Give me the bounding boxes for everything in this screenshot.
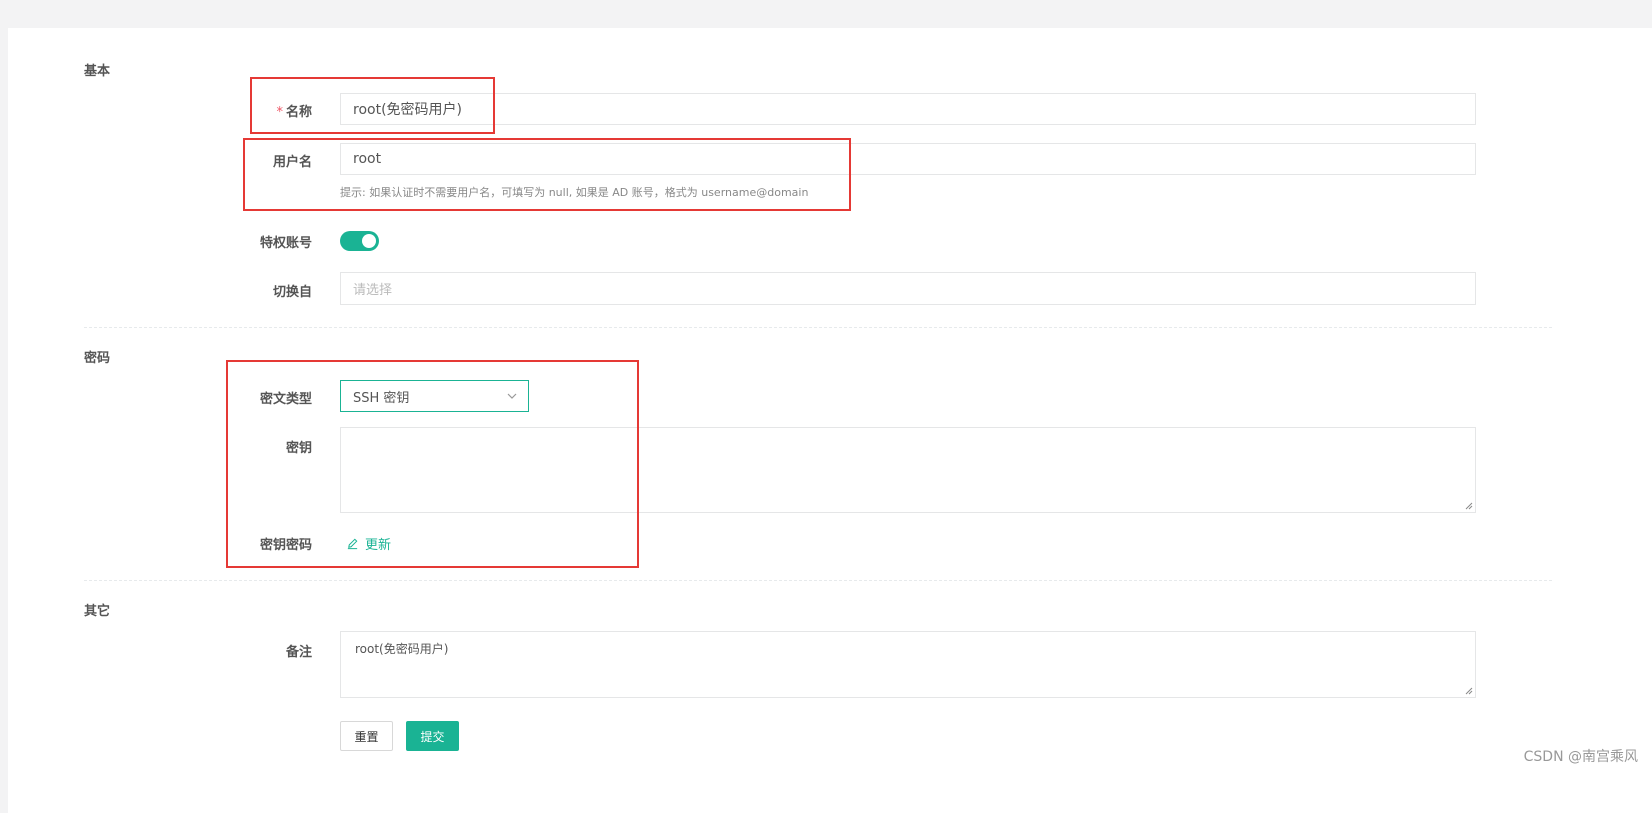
comment-textarea[interactable]: root(免密码用户) bbox=[340, 631, 1476, 698]
watermark: CSDN @南宫乘风 bbox=[1523, 749, 1638, 765]
switch-from-label: 切换自 bbox=[272, 285, 312, 300]
toggle-knob bbox=[362, 234, 376, 248]
resize-grip-icon[interactable] bbox=[1465, 687, 1473, 695]
annotation-box bbox=[243, 138, 851, 211]
submit-button[interactable]: 提交 bbox=[406, 721, 459, 751]
switch-from-select[interactable]: 请选择 bbox=[340, 272, 1476, 305]
resize-grip-icon[interactable] bbox=[1465, 502, 1473, 510]
comment-textarea-value: root(免密码用户) bbox=[355, 642, 449, 656]
section-divider bbox=[84, 327, 1552, 328]
annotation-box bbox=[250, 77, 495, 134]
section-title-basic: 基本 bbox=[84, 64, 111, 79]
comment-label: 备注 bbox=[285, 645, 312, 660]
annotation-box bbox=[226, 360, 639, 568]
privileged-toggle[interactable] bbox=[340, 231, 379, 251]
name-input[interactable]: root(免密码用户) bbox=[340, 93, 1476, 125]
reset-button[interactable]: 重置 bbox=[340, 721, 393, 751]
privileged-label: 特权账号 bbox=[259, 236, 312, 251]
section-title-other: 其它 bbox=[84, 604, 111, 619]
switch-from-placeholder: 请选择 bbox=[353, 283, 393, 298]
section-divider bbox=[84, 580, 1552, 581]
section-title-password: 密码 bbox=[84, 351, 111, 366]
